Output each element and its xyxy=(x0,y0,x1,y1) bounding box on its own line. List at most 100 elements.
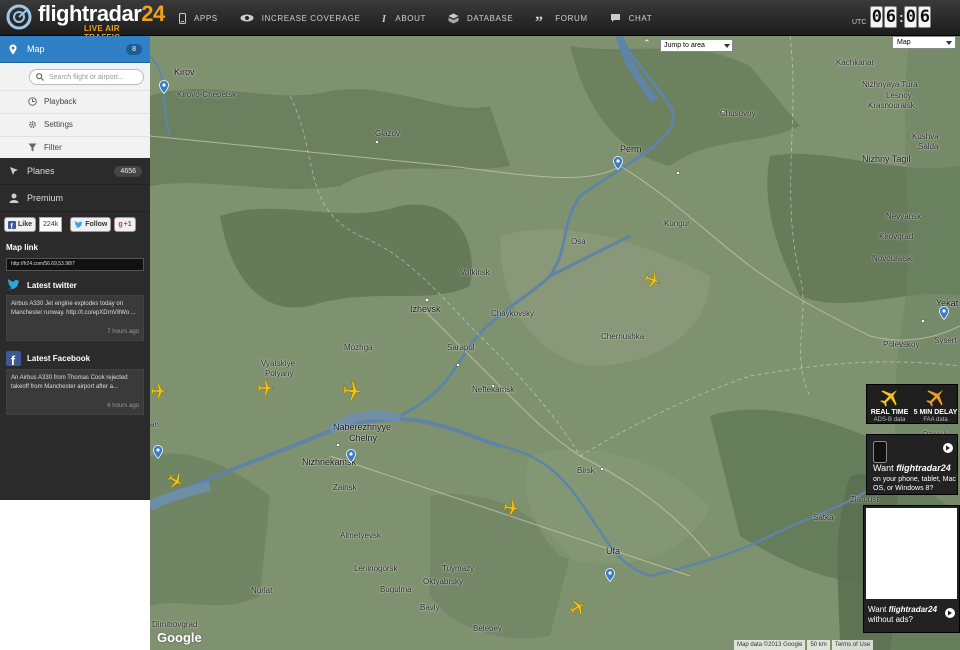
arrow-right-icon xyxy=(943,443,953,453)
facebook-text: An Airbus A330 from Thomas Cook rejected… xyxy=(11,375,128,390)
chat-bubble-icon xyxy=(610,14,620,22)
google-plus-button[interactable]: g +1 xyxy=(114,217,136,232)
top-bar: flightradar24 LIVE AIR TRAFFIC APPS INCR… xyxy=(0,0,960,42)
twitter-text: Airbus A330 Jet engine explodes today on… xyxy=(11,301,136,316)
map-link-field[interactable]: http://fr24.com/56.69,53.98/7 xyxy=(6,258,144,271)
twitter-news-card[interactable]: Airbus A330 Jet engine explodes today on… xyxy=(6,295,144,341)
facebook-icon: f xyxy=(8,220,16,229)
nav-forum[interactable]: ” FORUM xyxy=(524,0,598,36)
twitter-follow-button[interactable]: Follow xyxy=(70,217,112,232)
city-label: Neftekamsk xyxy=(472,385,515,394)
sidebar-item-filter[interactable]: Filter xyxy=(0,136,150,158)
terms-link[interactable]: Terms of Use xyxy=(831,640,874,650)
filter-icon xyxy=(28,143,37,152)
city-label: Kirovo-Chepetsk xyxy=(177,90,237,99)
city-label: Polevskoy xyxy=(883,340,920,349)
facebook-icon: f xyxy=(6,351,21,366)
twitter-time: 7 hours ago xyxy=(107,329,139,335)
city-label: Dimitrovgrad xyxy=(152,620,198,629)
nav-about[interactable]: i ABOUT xyxy=(371,0,437,36)
city-label: Kirov xyxy=(174,67,195,77)
arrow-right-icon xyxy=(945,608,955,618)
city-label: an xyxy=(150,420,159,429)
radar-logo-icon xyxy=(6,4,32,30)
social-buttons: f Like 224k Follow g +1 xyxy=(4,217,148,234)
facebook-like-button[interactable]: f Like xyxy=(4,217,37,232)
city-label: Nevyansk xyxy=(886,212,922,221)
twitter-bird-icon xyxy=(74,220,84,228)
user-icon xyxy=(9,193,19,203)
nav-increase-coverage[interactable]: INCREASE COVERAGE xyxy=(229,0,372,36)
airplane-icon[interactable] xyxy=(257,379,275,397)
city-label: Nizhnyaya Tura xyxy=(862,80,918,89)
city-label: Naberezhnyye xyxy=(333,422,392,432)
airport-marker-icon[interactable] xyxy=(346,449,356,463)
logo[interactable]: flightradar24 LIVE AIR TRAFFIC xyxy=(4,2,165,42)
airport-marker-icon[interactable] xyxy=(613,156,623,170)
phone-icon xyxy=(873,441,887,463)
svg-text:f: f xyxy=(11,353,16,366)
jump-to-area-select[interactable]: Jump to area xyxy=(660,39,733,52)
no-ads-promo[interactable]: Want flightradar24 without ads? xyxy=(863,505,960,633)
airport-marker-icon[interactable] xyxy=(939,306,949,320)
quote-icon: ” xyxy=(535,14,543,23)
city-label: Almetyevsk xyxy=(340,531,381,540)
collapse-arrows-icon[interactable]: ⌃ xyxy=(643,39,651,48)
facebook-news-card[interactable]: An Airbus A330 from Thomas Cook rejected… xyxy=(6,369,144,415)
city-label: Birsk xyxy=(577,466,595,475)
search-placeholder: Search flight or airport... xyxy=(49,73,124,81)
sidebar-item-premium[interactable]: Premium xyxy=(0,185,150,212)
city-label: Perm xyxy=(620,144,642,154)
airplane-icon[interactable] xyxy=(341,379,365,403)
map-data-credit: Map data ©2013 Google xyxy=(734,640,806,650)
apps-promo[interactable]: Want flightradar24 on your phone, tablet… xyxy=(866,434,958,495)
clock-digit: 6 xyxy=(918,6,932,28)
airport-marker-icon[interactable] xyxy=(605,568,615,582)
city-label: Sysert xyxy=(934,336,957,345)
data-source-promo[interactable]: REAL TIME ADS-B data 5 MIN DELAY FAA dat… xyxy=(866,384,958,424)
chevron-down-icon xyxy=(946,41,952,45)
main-nav: APPS INCREASE COVERAGE i ABOUT DATABASE … xyxy=(168,0,663,36)
clock-digit: 0 xyxy=(870,6,884,28)
sidebar-item-map[interactable]: Map 8 xyxy=(0,36,150,63)
city-label: Lesnoy xyxy=(886,91,912,100)
city-label: Leninogorsk xyxy=(354,564,398,573)
city-label: Tuymazy xyxy=(442,564,475,573)
airport-marker-icon[interactable] xyxy=(159,80,169,94)
city-label: Zlatoust xyxy=(850,495,879,504)
nav-database[interactable]: DATABASE xyxy=(437,0,524,36)
city-label: Ufa xyxy=(606,546,621,556)
twitter-section-title: Latest twitter xyxy=(6,279,77,291)
google-logo: Google xyxy=(157,630,202,645)
clock-icon xyxy=(28,97,37,106)
clock-digit: 6 xyxy=(884,6,898,28)
gear-icon xyxy=(29,121,36,128)
airplane-icon[interactable] xyxy=(502,498,523,519)
search-icon xyxy=(36,73,44,81)
svg-text:i: i xyxy=(382,14,387,23)
terrain-layer xyxy=(150,36,960,650)
facebook-section-title: f Latest Facebook xyxy=(6,351,90,366)
city-label: Nurlat xyxy=(251,586,273,595)
city-label: Nizhny Tagil xyxy=(862,154,911,164)
sidebar-item-settings[interactable]: Settings xyxy=(0,113,150,135)
city-label: Votkinsk xyxy=(460,268,490,277)
sidebar-item-playback[interactable]: Playback xyxy=(0,90,150,112)
search-input[interactable]: Search flight or airport... xyxy=(29,69,144,85)
city-label: Chaykovsky xyxy=(491,309,535,318)
city-label: Polyany xyxy=(265,369,294,378)
city-label: Kachkanar xyxy=(836,58,875,67)
eye-icon xyxy=(240,14,254,22)
nav-chat[interactable]: CHAT xyxy=(599,0,664,36)
map-canvas[interactable]: Kirov Kirovo-Chepetsk Glazov Perm Chusov… xyxy=(150,36,960,650)
airplane-icon[interactable] xyxy=(150,382,168,400)
google-g-icon: g xyxy=(118,221,123,228)
twitter-bird-icon xyxy=(7,279,20,290)
city-label: Krasnouralsk xyxy=(868,101,915,110)
airport-marker-icon[interactable] xyxy=(153,445,163,459)
utc-label: UTC xyxy=(852,18,867,26)
map-type-select[interactable]: Map xyxy=(892,36,956,49)
phone-icon xyxy=(179,12,186,24)
sidebar-item-planes[interactable]: Planes 4656 xyxy=(0,158,150,185)
nav-apps[interactable]: APPS xyxy=(168,0,229,36)
